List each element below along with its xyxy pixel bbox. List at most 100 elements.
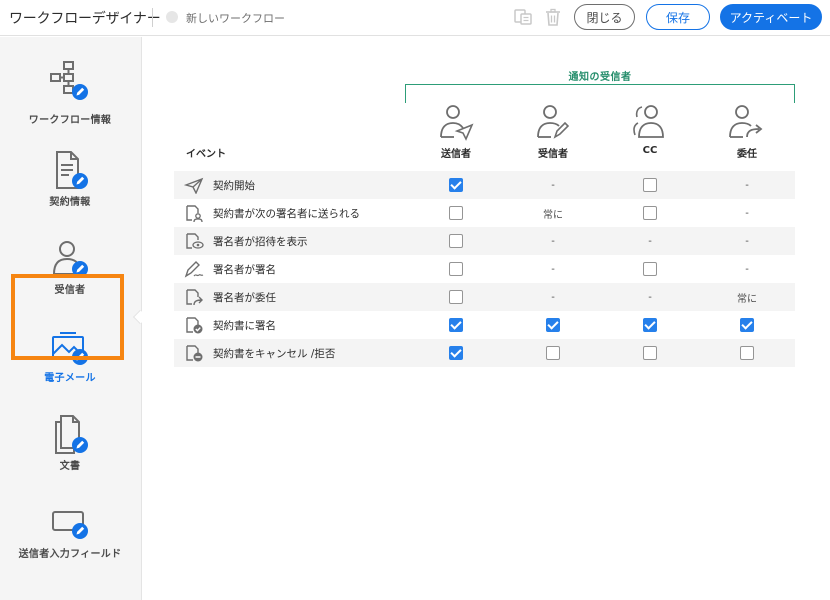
event-label: 署名者が招待を表示 [213,236,308,248]
checkbox-checked[interactable] [643,318,657,332]
checkbox-unchecked[interactable] [740,346,754,360]
sidebar-item-documents[interactable]: 文書 [0,402,140,490]
activate-button[interactable]: アクティベート [720,4,822,30]
cc-icon [633,105,664,138]
event-label: 契約書が次の署名者に送られる [213,208,360,220]
view-invite-icon [186,233,204,249]
table-cell [416,199,496,227]
event-column-header: イベント [186,149,226,160]
event-label: 署名者が委任 [213,292,276,304]
event-label: 契約開始 [213,180,255,192]
checkbox-unchecked[interactable] [643,178,657,192]
send-icon [184,177,204,194]
table-cell [416,171,496,199]
close-button[interactable]: 閉じる [574,4,635,30]
recipient-column-header: 受信者 [538,149,568,160]
checkbox-unchecked[interactable] [643,262,657,276]
agreement-signed-icon [186,317,203,334]
title-divider [152,8,153,27]
table-cell: - [610,227,690,255]
table-cell: - [513,283,593,311]
checkbox-unchecked[interactable] [449,206,463,220]
table-cell [416,227,496,255]
next-signer-icon [186,205,203,222]
checkbox-unchecked[interactable] [643,206,657,220]
checkbox-checked[interactable] [449,346,463,360]
signed-icon [184,261,204,278]
table-cell [416,311,496,339]
table-row: 署名者が招待を表示 - - - [174,227,795,255]
table-cell: - [513,171,593,199]
cell-text: - [551,179,555,191]
event-label: 署名者が署名 [213,264,276,276]
cell-text: - [745,235,749,247]
sender-icon [440,105,474,141]
table-cell [610,171,690,199]
sidebar-item-workflow-info[interactable]: ワークフロー情報 [0,49,140,137]
cell-text: - [551,263,555,275]
cell-text: - [745,263,749,275]
copy-icon[interactable] [513,7,533,27]
sidebar-item-label: 文書 [59,461,81,472]
checkbox-unchecked[interactable] [546,346,560,360]
cell-text: 常に [543,209,563,221]
table-cell [610,339,690,367]
checkbox-checked[interactable] [449,178,463,192]
workflow-name[interactable]: 新しいワークフロー [186,10,285,26]
cell-text: - [745,179,749,191]
table-cell: - [707,199,787,227]
cell-text: 常に [737,293,757,305]
checkbox-unchecked[interactable] [643,346,657,360]
save-button[interactable]: 保存 [646,4,710,30]
table-cell: - [610,283,690,311]
cell-text: - [648,235,652,247]
sidebar-item-label: ワークフロー情報 [28,115,112,126]
notification-recipients-label: 通知の受信者 [568,72,632,83]
table-cell: - [707,255,787,283]
table-cell: 常に [707,283,787,311]
sidebar-item-label: 送信者入力フィールド [18,549,122,560]
table-row: 契約書をキャンセル /拒否 [174,339,795,367]
event-label: 契約書をキャンセル /拒否 [213,348,336,360]
table-cell [416,283,496,311]
sender-input-fields-icon [52,511,88,539]
workflow-info-icon [50,61,88,100]
workflow-status-dot [166,11,178,23]
checkbox-checked[interactable] [449,318,463,332]
cancel-decline-icon [186,345,203,362]
table-cell [513,339,593,367]
table-cell [707,339,787,367]
top-bar: ワークフローデザイナー 新しいワークフロー 閉じる 保存 アクティベート [0,0,830,36]
sidebar-item-label: 契約情報 [49,197,91,208]
table-row: 契約開始 - - [174,171,795,199]
sidebar-item-agreement-info[interactable]: 契約情報 [0,138,140,226]
delegated-icon [186,289,203,306]
table-cell [416,255,496,283]
sidebar-item-label: 電子メール [44,373,96,384]
cell-text: - [745,207,749,219]
checkbox-unchecked[interactable] [449,290,463,304]
notification-recipients-bracket [405,84,795,103]
table-cell: 常に [513,199,593,227]
sidebar-item-sender-input-fields[interactable]: 送信者入力フィールド [0,490,140,578]
agreement-info-icon [56,151,88,189]
table-cell [707,311,787,339]
delegate-icon [729,105,763,138]
table-row: 署名者が署名 - - [174,255,795,283]
delegate-column-header: 委任 [737,149,757,160]
table-cell [416,339,496,367]
checkbox-unchecked[interactable] [449,262,463,276]
table-row: 契約書に署名 [174,311,795,339]
table-cell: - [707,171,787,199]
cell-text: - [551,291,555,303]
checkbox-checked[interactable] [546,318,560,332]
cell-text: - [648,291,652,303]
sender-column-header: 送信者 [441,149,471,160]
app-title: ワークフローデザイナー [9,11,161,27]
table-cell [610,199,690,227]
table-cell: - [513,227,593,255]
recipient-icon [537,105,570,139]
trash-icon[interactable] [543,7,563,27]
checkbox-unchecked[interactable] [449,234,463,248]
checkbox-checked[interactable] [740,318,754,332]
